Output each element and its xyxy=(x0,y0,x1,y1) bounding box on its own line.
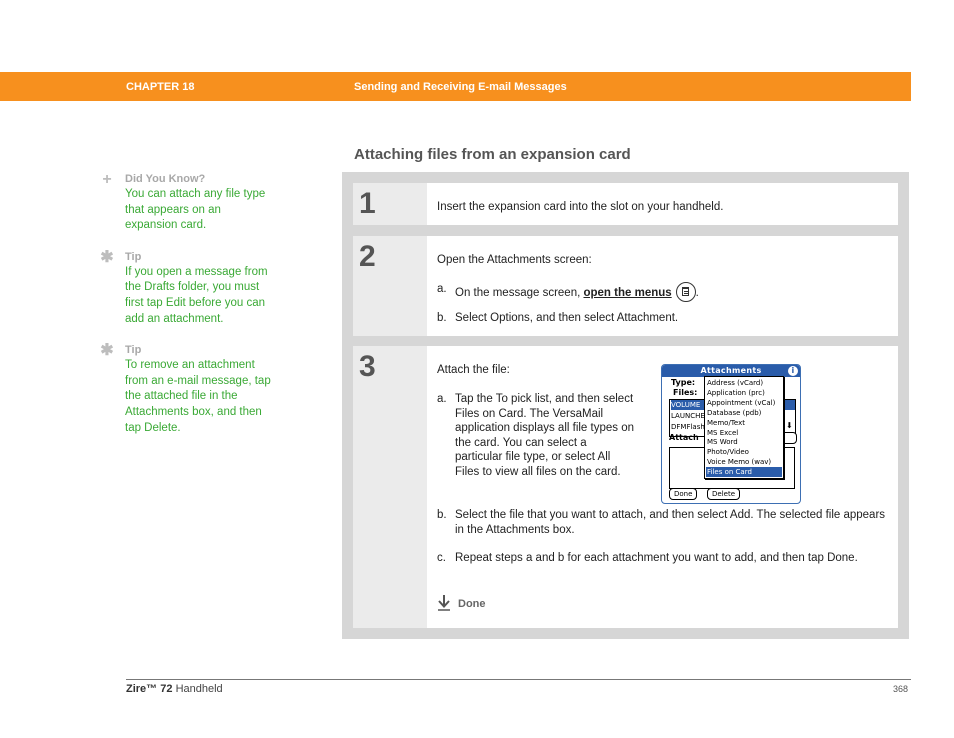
steps-container: 1 Insert the expansion card into the slo… xyxy=(342,172,909,639)
step-number-column: 2 xyxy=(353,236,427,336)
palm-menu-item: Voice Memo (wav) xyxy=(707,458,772,466)
palm-menu-item: Application (prc) xyxy=(707,389,765,397)
step-3: 3 Attach the file: a. Tap the To pick li… xyxy=(353,346,898,628)
substep-text: Select Options, and then select Attachme… xyxy=(455,312,679,324)
step-intro: Attach the file: xyxy=(437,364,510,376)
chapter-header-bar: CHAPTER 18 Sending and Receiving E-mail … xyxy=(0,72,911,101)
product-model: 72 xyxy=(160,683,173,695)
product-suffix: Handheld xyxy=(175,683,223,695)
palm-done-button: Done xyxy=(669,488,698,500)
substep-letter: a. xyxy=(437,393,447,405)
palm-title: Attachments xyxy=(700,366,762,375)
step-number-column: 3 xyxy=(353,346,427,628)
note-label: Did You Know? xyxy=(125,173,206,185)
substep-text-before: On the message screen, xyxy=(455,287,584,299)
palm-menu-item-selected: Files on Card xyxy=(706,467,782,477)
note-text: To remove an attachment from an e-mail m… xyxy=(125,359,271,434)
tip-note: ✱ Tip If you open a message from the Dra… xyxy=(100,248,280,327)
did-you-know-note: + Did You Know? You can attach any file … xyxy=(100,172,280,234)
step-text: Insert the expansion card into the slot … xyxy=(437,201,724,213)
scroll-down-icon: ⬇ xyxy=(786,421,793,430)
menu-icon xyxy=(675,282,696,302)
plus-icon: + xyxy=(102,171,112,188)
step-intro: Open the Attachments screen: xyxy=(437,254,592,266)
substep-letter: a. xyxy=(437,283,447,295)
substep-text: On the message screen, open the menus. xyxy=(455,282,699,302)
footer-divider xyxy=(126,679,911,680)
asterisk-icon: ✱ xyxy=(100,248,114,266)
substep-letter: b. xyxy=(437,312,447,324)
palm-menu-item: Memo/Text xyxy=(707,419,745,427)
note-text: If you open a message from the Drafts fo… xyxy=(125,265,268,325)
chapter-title: Sending and Receiving E-mail Messages xyxy=(354,81,567,93)
palm-menu-item: MS Word xyxy=(707,438,738,446)
down-arrow-icon xyxy=(438,595,450,611)
palm-type-label: Type: xyxy=(671,378,696,387)
note-label: Tip xyxy=(125,250,142,263)
attachments-screenshot: Attachments i Type: Files: VOLUME LAUNCH… xyxy=(661,364,801,504)
substep-text: Repeat steps a and b for each attachment… xyxy=(455,552,858,564)
step-1: 1 Insert the expansion card into the slo… xyxy=(353,183,898,225)
palm-menu-item: Appointment (vCal) xyxy=(707,399,776,407)
step-number: 3 xyxy=(359,350,376,383)
step-number-column: 1 xyxy=(353,183,427,225)
palm-attach-label: Attach xyxy=(669,433,699,442)
step-number: 1 xyxy=(359,187,376,220)
substep-text-after: . xyxy=(695,287,699,299)
done-label: Done xyxy=(458,598,486,610)
footer-product: Zire™ 72 Handheld xyxy=(126,683,223,695)
substep-text: Tap the To pick list, and then select Fi… xyxy=(455,393,634,478)
chapter-label: CHAPTER 18 xyxy=(126,81,195,93)
asterisk-icon: ✱ xyxy=(100,342,114,360)
palm-delete-button: Delete xyxy=(707,488,740,500)
step-number: 2 xyxy=(359,240,376,273)
note-label: Tip xyxy=(125,344,142,357)
info-icon: i xyxy=(788,366,798,376)
palm-menu-item: Photo/Video xyxy=(707,448,749,456)
substep-text: Select the file that you want to attach,… xyxy=(455,509,886,536)
palm-type-menu: Address (vCard) Application (prc) Appoin… xyxy=(704,376,784,479)
palm-files-label: Files: xyxy=(673,388,698,397)
substep-letter: c. xyxy=(437,552,446,564)
product-name: Zire™ xyxy=(126,683,158,695)
section-title: Attaching files from an expansion card xyxy=(354,146,631,163)
note-text: You can attach any file type that appear… xyxy=(125,188,266,232)
palm-menu-item: Database (pdb) xyxy=(707,409,762,417)
tip-note: ✱ Tip To remove an attachment from an e-… xyxy=(100,343,280,436)
open-menus-link[interactable]: open the menus xyxy=(583,287,671,299)
palm-menu-item: Address (vCard) xyxy=(707,379,764,387)
page-number: 368 xyxy=(893,684,909,694)
sidebar-notes: + Did You Know? You can attach any file … xyxy=(100,172,280,450)
step-2: 2 Open the Attachments screen: a. On the… xyxy=(353,236,898,336)
substep-letter: b. xyxy=(437,509,447,521)
